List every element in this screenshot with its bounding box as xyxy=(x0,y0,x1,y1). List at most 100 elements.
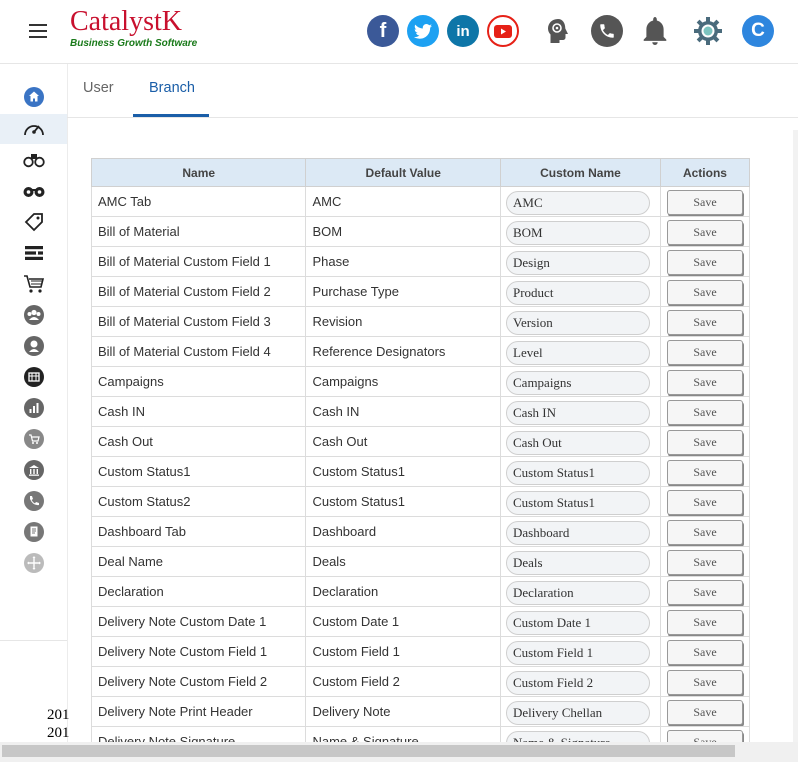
save-button[interactable]: Save xyxy=(666,370,743,395)
column-header-custom-name[interactable]: Custom Name xyxy=(500,158,661,187)
table-row: Cash Out Cash Out Cash Out Save xyxy=(90,426,751,457)
custom-name-input[interactable]: Custom Field 2 xyxy=(506,670,650,695)
custom-name-input[interactable]: Name & Signature xyxy=(506,730,650,742)
phone-icon[interactable] xyxy=(591,15,623,47)
save-button[interactable]: Save xyxy=(666,610,743,635)
row-name: Bill of Material Custom Field 1 xyxy=(90,246,307,277)
horizontal-scrollbar-thumb[interactable] xyxy=(2,745,735,757)
save-button[interactable]: Save xyxy=(666,460,743,485)
custom-name-input[interactable]: Custom Status1 xyxy=(506,490,650,515)
facebook-icon[interactable]: f xyxy=(367,15,399,47)
save-button[interactable]: Save xyxy=(666,310,743,335)
idea-head-icon[interactable] xyxy=(542,15,574,47)
custom-name-input[interactable]: Custom Date 1 xyxy=(506,610,650,635)
column-header-default-value[interactable]: Default Value xyxy=(305,158,501,187)
vertical-scrollbar[interactable] xyxy=(793,130,798,742)
sidebar-item-bank[interactable] xyxy=(0,455,67,485)
sidebar-item-reports[interactable] xyxy=(0,393,67,423)
column-header-name[interactable]: Name xyxy=(90,158,307,187)
sidebar-item-team[interactable] xyxy=(0,300,67,330)
save-button[interactable]: Save xyxy=(666,280,743,305)
sidebar-item-list[interactable] xyxy=(0,238,67,268)
custom-name-input[interactable]: BOM xyxy=(506,220,650,245)
row-default-value: Deals xyxy=(305,546,501,577)
twitter-icon[interactable] xyxy=(407,15,439,47)
sidebar-item-leads[interactable] xyxy=(0,145,67,175)
custom-name-input[interactable]: Deals xyxy=(506,550,650,575)
custom-name-input[interactable]: Level xyxy=(506,340,650,365)
save-button[interactable]: Save xyxy=(666,640,743,665)
sidebar-item-support[interactable] xyxy=(0,331,67,361)
sidebar-item-calls[interactable] xyxy=(0,486,67,516)
settings-gear-icon[interactable] xyxy=(692,15,724,47)
save-button[interactable]: Save xyxy=(666,580,743,605)
hamburger-menu-icon[interactable] xyxy=(29,24,47,38)
save-button[interactable]: Save xyxy=(666,520,743,545)
table-row: Delivery Note Custom Date 1 Custom Date 1… xyxy=(90,606,751,637)
row-default-value: Campaigns xyxy=(305,366,501,397)
sidebar-item-purchases[interactable] xyxy=(0,269,67,299)
row-name: Delivery Note Custom Field 2 xyxy=(90,666,307,697)
row-default-value: Custom Status1 xyxy=(305,456,501,487)
user-avatar[interactable]: C xyxy=(742,15,774,47)
custom-name-input[interactable]: Cash IN xyxy=(506,400,650,425)
custom-name-input[interactable]: Design xyxy=(506,250,650,275)
brand-logo[interactable]: CatalystK xyxy=(70,7,182,37)
sidebar-item-pos[interactable] xyxy=(0,362,67,392)
custom-names-table: Name Default Value Custom Name Actions A… xyxy=(90,158,751,742)
save-button[interactable]: Save xyxy=(666,190,743,215)
row-name: Bill of Material xyxy=(90,216,307,247)
tab-user[interactable]: User xyxy=(83,80,114,96)
tag-icon xyxy=(24,213,43,232)
support-agent-icon xyxy=(23,336,44,356)
youtube-icon[interactable] xyxy=(487,15,519,47)
save-button[interactable]: Save xyxy=(666,490,743,515)
custom-name-input[interactable]: AMC xyxy=(506,190,650,215)
custom-name-input[interactable]: Campaigns xyxy=(506,370,650,395)
row-default-value: Reference Designators xyxy=(305,336,501,367)
custom-name-input[interactable]: Delivery Chellan xyxy=(506,700,650,725)
row-default-value: AMC xyxy=(305,186,501,217)
save-button[interactable]: Save xyxy=(666,700,743,725)
row-name: Dashboard Tab xyxy=(90,516,307,547)
save-button[interactable]: Save xyxy=(666,730,743,742)
sidebar-item-sales[interactable] xyxy=(0,424,67,454)
table-row: Delivery Note Print Header Delivery Note D… xyxy=(90,696,751,727)
table-header-row: Name Default Value Custom Name Actions xyxy=(90,158,751,187)
row-name: Custom Status2 xyxy=(90,486,307,517)
sidebar-item-dashboard[interactable] xyxy=(0,114,67,144)
row-default-value: BOM xyxy=(305,216,501,247)
row-name: Declaration xyxy=(90,576,307,607)
sidebar-divider xyxy=(0,640,67,641)
custom-name-input[interactable]: Cash Out xyxy=(506,430,650,455)
table-row: Declaration Declaration Declaration Save xyxy=(90,576,751,607)
list-icon xyxy=(24,246,43,260)
save-button[interactable]: Save xyxy=(666,430,743,455)
sidebar-item-move[interactable] xyxy=(0,548,67,578)
binoculars-icon xyxy=(22,154,45,168)
custom-name-input[interactable]: Custom Status1 xyxy=(506,460,650,485)
save-button[interactable]: Save xyxy=(666,220,743,245)
sidebar-item-prospects[interactable] xyxy=(0,176,67,206)
sidebar-item-tags[interactable] xyxy=(0,207,67,237)
save-button[interactable]: Save xyxy=(666,670,743,695)
linkedin-icon[interactable]: in xyxy=(447,15,479,47)
row-default-value: Cash Out xyxy=(305,426,501,457)
save-button[interactable]: Save xyxy=(666,400,743,425)
save-button[interactable]: Save xyxy=(666,250,743,275)
save-button[interactable]: Save xyxy=(666,340,743,365)
table-row: Bill of Material Custom Field 4 Reference… xyxy=(90,336,751,367)
row-default-value: Purchase Type xyxy=(305,276,501,307)
save-button[interactable]: Save xyxy=(666,550,743,575)
sidebar-item-documents[interactable] xyxy=(0,517,67,547)
custom-name-input[interactable]: Declaration xyxy=(506,580,650,605)
custom-name-input[interactable]: Custom Field 1 xyxy=(506,640,650,665)
tab-branch[interactable]: Branch xyxy=(149,80,195,96)
table-row: Delivery Note Signature Name & Signature N… xyxy=(90,726,751,742)
sidebar-item-home[interactable] xyxy=(0,82,67,112)
row-default-value: Phase xyxy=(305,246,501,277)
custom-name-input[interactable]: Version xyxy=(506,310,650,335)
custom-name-input[interactable]: Dashboard xyxy=(506,520,650,545)
bell-icon[interactable] xyxy=(639,15,671,47)
custom-name-input[interactable]: Product xyxy=(506,280,650,305)
